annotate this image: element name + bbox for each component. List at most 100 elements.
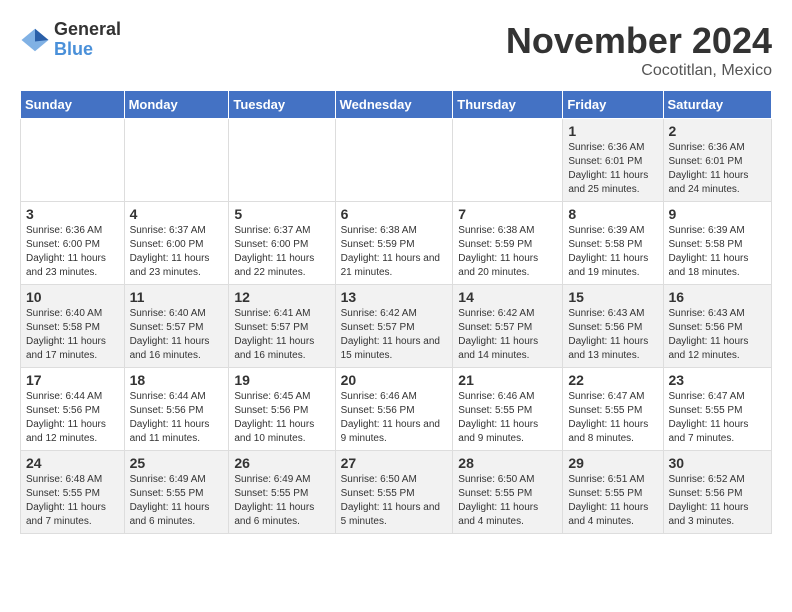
day-header-monday: Monday	[124, 91, 229, 119]
calendar-cell: 11 Sunrise: 6:40 AM Sunset: 5:57 PM Dayli…	[124, 285, 229, 368]
calendar-cell: 14 Sunrise: 6:42 AM Sunset: 5:57 PM Dayli…	[453, 285, 563, 368]
day-info: Sunrise: 6:36 AM Sunset: 6:01 PM Dayligh…	[568, 141, 657, 197]
calendar-cell: 16 Sunrise: 6:43 AM Sunset: 5:56 PM Dayli…	[663, 285, 772, 368]
page-header: General Blue November 2024 Cocotitlan, M…	[20, 20, 772, 80]
calendar-cell: 8 Sunrise: 6:39 AM Sunset: 5:58 PM Daylig…	[563, 202, 663, 285]
calendar-body: 1 Sunrise: 6:36 AM Sunset: 6:01 PM Daylig…	[21, 119, 772, 534]
day-header-wednesday: Wednesday	[335, 91, 453, 119]
day-info: Sunrise: 6:50 AM Sunset: 5:55 PM Dayligh…	[458, 473, 557, 529]
day-info: Sunrise: 6:37 AM Sunset: 6:00 PM Dayligh…	[130, 224, 224, 280]
calendar-week-1: 1 Sunrise: 6:36 AM Sunset: 6:01 PM Daylig…	[21, 119, 772, 202]
logo-text: General Blue	[54, 20, 121, 60]
day-number: 9	[669, 206, 767, 222]
day-info: Sunrise: 6:36 AM Sunset: 6:00 PM Dayligh…	[26, 224, 119, 280]
day-number: 17	[26, 372, 119, 388]
calendar-week-2: 3Sunrise: 6:36 AM Sunset: 6:00 PM Daylig…	[21, 202, 772, 285]
calendar-cell: 7 Sunrise: 6:38 AM Sunset: 5:59 PM Daylig…	[453, 202, 563, 285]
day-number: 12	[234, 289, 329, 305]
day-info: Sunrise: 6:40 AM Sunset: 5:58 PM Dayligh…	[26, 307, 119, 363]
calendar-cell: 21Sunrise: 6:46 AM Sunset: 5:55 PM Dayli…	[453, 368, 563, 451]
calendar-cell: 23 Sunrise: 6:47 AM Sunset: 5:55 PM Dayli…	[663, 368, 772, 451]
calendar-cell: 3Sunrise: 6:36 AM Sunset: 6:00 PM Daylig…	[21, 202, 125, 285]
day-info: Sunrise: 6:39 AM Sunset: 5:58 PM Dayligh…	[669, 224, 767, 280]
day-number: 29	[568, 455, 657, 471]
day-number: 4	[130, 206, 224, 222]
day-info: Sunrise: 6:47 AM Sunset: 5:55 PM Dayligh…	[568, 390, 657, 446]
logo-general: General	[54, 20, 121, 40]
calendar-cell: 9 Sunrise: 6:39 AM Sunset: 5:58 PM Daylig…	[663, 202, 772, 285]
calendar-cell: 5Sunrise: 6:37 AM Sunset: 6:00 PM Daylig…	[229, 202, 335, 285]
day-number: 14	[458, 289, 557, 305]
calendar-table: SundayMondayTuesdayWednesdayThursdayFrid…	[20, 90, 772, 534]
day-number: 19	[234, 372, 329, 388]
day-number: 2	[669, 123, 767, 139]
day-number: 21	[458, 372, 557, 388]
location-subtitle: Cocotitlan, Mexico	[506, 62, 772, 80]
day-number: 6	[341, 206, 448, 222]
day-number: 15	[568, 289, 657, 305]
day-number: 28	[458, 455, 557, 471]
calendar-week-4: 17 Sunrise: 6:44 AM Sunset: 5:56 PM Dayli…	[21, 368, 772, 451]
day-info: Sunrise: 6:47 AM Sunset: 5:55 PM Dayligh…	[669, 390, 767, 446]
day-number: 8	[568, 206, 657, 222]
day-header-friday: Friday	[563, 91, 663, 119]
month-title: November 2024	[506, 20, 772, 62]
day-info: Sunrise: 6:52 AM Sunset: 5:56 PM Dayligh…	[669, 473, 767, 529]
day-header-tuesday: Tuesday	[229, 91, 335, 119]
day-info: Sunrise: 6:43 AM Sunset: 5:56 PM Dayligh…	[568, 307, 657, 363]
calendar-cell	[229, 119, 335, 202]
day-info: Sunrise: 6:40 AM Sunset: 5:57 PM Dayligh…	[130, 307, 224, 363]
calendar-cell: 28 Sunrise: 6:50 AM Sunset: 5:55 PM Dayli…	[453, 451, 563, 534]
day-number: 22	[568, 372, 657, 388]
calendar-cell: 2 Sunrise: 6:36 AM Sunset: 6:01 PM Daylig…	[663, 119, 772, 202]
day-number: 26	[234, 455, 329, 471]
calendar-cell: 19 Sunrise: 6:45 AM Sunset: 5:56 PM Dayli…	[229, 368, 335, 451]
day-number: 11	[130, 289, 224, 305]
day-info: Sunrise: 6:39 AM Sunset: 5:58 PM Dayligh…	[568, 224, 657, 280]
day-header-sunday: Sunday	[21, 91, 125, 119]
calendar-cell: 17Sunrise: 6:44 AM Sunset: 5:56 PM Dayli…	[21, 368, 125, 451]
calendar-cell: 4 Sunrise: 6:37 AM Sunset: 6:00 PM Daylig…	[124, 202, 229, 285]
day-info: Sunrise: 6:49 AM Sunset: 5:55 PM Dayligh…	[234, 473, 329, 529]
day-info: Sunrise: 6:46 AM Sunset: 5:56 PM Dayligh…	[341, 390, 448, 446]
day-info: Sunrise: 6:42 AM Sunset: 5:57 PM Dayligh…	[458, 307, 557, 363]
calendar-header: SundayMondayTuesdayWednesdayThursdayFrid…	[21, 91, 772, 119]
calendar-cell	[21, 119, 125, 202]
calendar-cell: 6 Sunrise: 6:38 AM Sunset: 5:59 PM Daylig…	[335, 202, 453, 285]
day-number: 18	[130, 372, 224, 388]
day-number: 16	[669, 289, 767, 305]
day-number: 23	[669, 372, 767, 388]
calendar-cell: 12 Sunrise: 6:41 AM Sunset: 5:57 PM Dayli…	[229, 285, 335, 368]
day-info: Sunrise: 6:50 AM Sunset: 5:55 PM Dayligh…	[341, 473, 448, 529]
day-info: Sunrise: 6:42 AM Sunset: 5:57 PM Dayligh…	[341, 307, 448, 363]
day-number: 20	[341, 372, 448, 388]
day-info: Sunrise: 6:44 AM Sunset: 5:56 PM Dayligh…	[130, 390, 224, 446]
day-header-thursday: Thursday	[453, 91, 563, 119]
logo-blue: Blue	[54, 40, 121, 60]
day-info: Sunrise: 6:38 AM Sunset: 5:59 PM Dayligh…	[341, 224, 448, 280]
title-section: November 2024 Cocotitlan, Mexico	[506, 20, 772, 80]
calendar-cell: 13Sunrise: 6:42 AM Sunset: 5:57 PM Dayli…	[335, 285, 453, 368]
day-number: 30	[669, 455, 767, 471]
days-header-row: SundayMondayTuesdayWednesdayThursdayFrid…	[21, 91, 772, 119]
day-info: Sunrise: 6:49 AM Sunset: 5:55 PM Dayligh…	[130, 473, 224, 529]
calendar-cell: 22 Sunrise: 6:47 AM Sunset: 5:55 PM Dayli…	[563, 368, 663, 451]
day-number: 24	[26, 455, 119, 471]
day-number: 7	[458, 206, 557, 222]
day-info: Sunrise: 6:36 AM Sunset: 6:01 PM Dayligh…	[669, 141, 767, 197]
day-info: Sunrise: 6:38 AM Sunset: 5:59 PM Dayligh…	[458, 224, 557, 280]
calendar-cell: 24Sunrise: 6:48 AM Sunset: 5:55 PM Dayli…	[21, 451, 125, 534]
calendar-cell: 20 Sunrise: 6:46 AM Sunset: 5:56 PM Dayli…	[335, 368, 453, 451]
day-number: 5	[234, 206, 329, 222]
day-number: 25	[130, 455, 224, 471]
day-number: 27	[341, 455, 448, 471]
day-info: Sunrise: 6:41 AM Sunset: 5:57 PM Dayligh…	[234, 307, 329, 363]
day-info: Sunrise: 6:51 AM Sunset: 5:55 PM Dayligh…	[568, 473, 657, 529]
calendar-cell: 25 Sunrise: 6:49 AM Sunset: 5:55 PM Dayli…	[124, 451, 229, 534]
day-number: 1	[568, 123, 657, 139]
day-info: Sunrise: 6:45 AM Sunset: 5:56 PM Dayligh…	[234, 390, 329, 446]
day-header-saturday: Saturday	[663, 91, 772, 119]
calendar-cell: 1 Sunrise: 6:36 AM Sunset: 6:01 PM Daylig…	[563, 119, 663, 202]
day-info: Sunrise: 6:43 AM Sunset: 5:56 PM Dayligh…	[669, 307, 767, 363]
calendar-cell: 26 Sunrise: 6:49 AM Sunset: 5:55 PM Dayli…	[229, 451, 335, 534]
